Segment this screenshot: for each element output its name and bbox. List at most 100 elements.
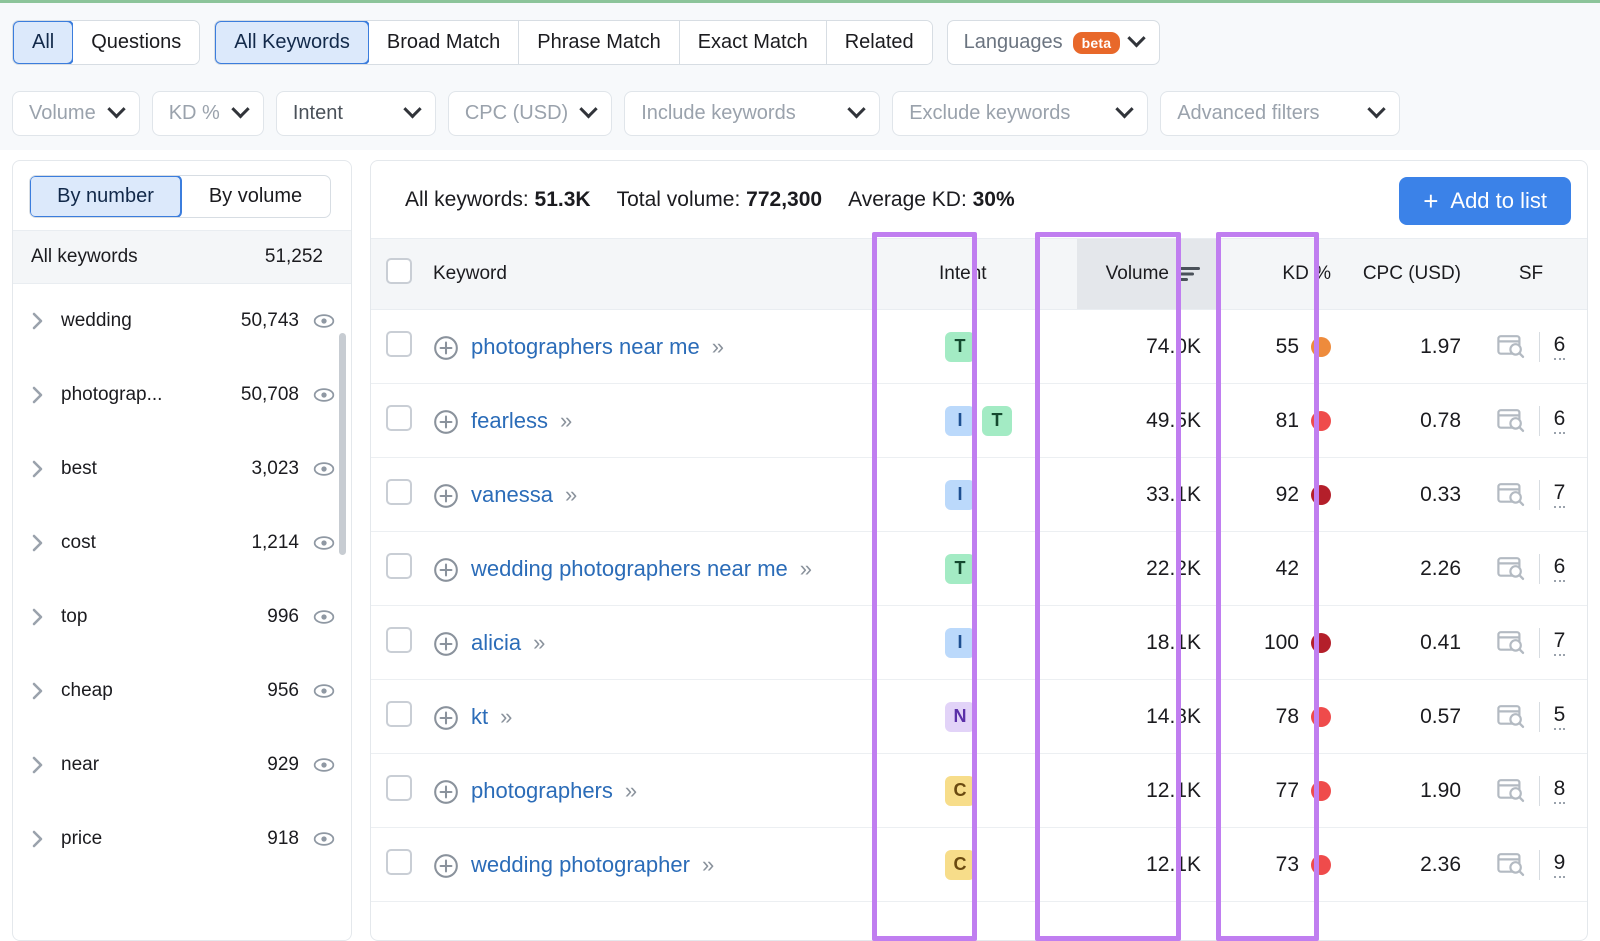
- sf-value[interactable]: 7: [1553, 481, 1566, 509]
- expand-chevron[interactable]: [25, 310, 51, 332]
- row-checkbox[interactable]: [386, 700, 412, 727]
- eye-icon[interactable]: [313, 458, 335, 480]
- expand-chevron[interactable]: [25, 606, 51, 628]
- eye-icon[interactable]: [313, 754, 335, 776]
- filter-cpc[interactable]: CPC (USD): [447, 91, 613, 136]
- add-keyword-icon[interactable]: [433, 631, 459, 657]
- eye-icon[interactable]: [313, 680, 335, 702]
- sidebar-group-row[interactable]: top 996: [13, 580, 351, 654]
- tab-exact-match[interactable]: Exact Match: [679, 21, 827, 64]
- add-keyword-icon[interactable]: [433, 557, 459, 583]
- row-checkbox[interactable]: [386, 330, 412, 357]
- add-keyword-icon[interactable]: [433, 779, 459, 805]
- expand-keyword-icon[interactable]: »: [533, 629, 545, 657]
- header-kd[interactable]: KD %: [1219, 238, 1347, 310]
- add-keyword-icon[interactable]: [433, 409, 459, 435]
- sidebar-group-row[interactable]: best 3,023: [13, 432, 351, 506]
- sidebar-by-volume[interactable]: By volume: [181, 176, 330, 217]
- expand-keyword-icon[interactable]: »: [500, 703, 512, 731]
- sf-value[interactable]: 6: [1553, 407, 1566, 435]
- expand-keyword-icon[interactable]: »: [702, 851, 714, 879]
- header-volume[interactable]: Volume: [1077, 238, 1219, 310]
- filter-volume[interactable]: Volume: [12, 91, 140, 136]
- keyword-link[interactable]: photographers near me: [471, 333, 700, 361]
- row-checkbox[interactable]: [386, 774, 412, 801]
- sf-value[interactable]: 8: [1553, 777, 1566, 805]
- serp-features-icon[interactable]: [1496, 704, 1525, 730]
- serp-features-icon[interactable]: [1496, 334, 1525, 360]
- table-row[interactable]: photographers » C 12.1K 77 1.90 8: [371, 753, 1587, 828]
- filter-kd[interactable]: KD %: [151, 91, 264, 136]
- serp-features-icon[interactable]: [1496, 778, 1525, 804]
- tab-phrase-match[interactable]: Phrase Match: [519, 21, 680, 64]
- tab-questions[interactable]: Questions: [73, 21, 200, 64]
- serp-features-icon[interactable]: [1496, 482, 1525, 508]
- expand-keyword-icon[interactable]: »: [560, 407, 572, 435]
- eye-icon[interactable]: [313, 384, 335, 406]
- header-intent[interactable]: Intent: [929, 238, 1025, 310]
- expand-chevron[interactable]: [25, 754, 51, 776]
- sidebar-group-row[interactable]: photograp... 50,708: [13, 358, 351, 432]
- filter-exclude-keywords[interactable]: Exclude keywords: [892, 91, 1149, 136]
- header-cpc[interactable]: CPC (USD): [1347, 238, 1475, 310]
- table-row[interactable]: fearless » I T 49.5K 81 0.78 6: [371, 383, 1587, 458]
- expand-chevron[interactable]: [25, 458, 51, 480]
- select-all-checkbox[interactable]: [386, 258, 412, 284]
- row-checkbox[interactable]: [386, 626, 412, 653]
- keyword-link[interactable]: kt: [471, 703, 488, 731]
- expand-chevron[interactable]: [25, 532, 51, 554]
- serp-features-icon[interactable]: [1496, 630, 1525, 656]
- serp-features-icon[interactable]: [1496, 408, 1525, 434]
- languages-dropdown[interactable]: Languages beta: [946, 20, 1161, 65]
- serp-features-icon[interactable]: [1496, 852, 1525, 878]
- expand-chevron[interactable]: [25, 384, 51, 406]
- filter-include-keywords[interactable]: Include keywords: [624, 91, 881, 136]
- sidebar-group-row[interactable]: cost 1,214: [13, 506, 351, 580]
- expand-chevron[interactable]: [25, 680, 51, 702]
- sidebar-group-row[interactable]: price 918: [13, 802, 351, 876]
- eye-icon[interactable]: [313, 532, 335, 554]
- keyword-link[interactable]: fearless: [471, 407, 548, 435]
- add-keyword-icon[interactable]: [433, 853, 459, 879]
- expand-chevron[interactable]: [25, 828, 51, 850]
- table-row[interactable]: photographers near me » T 74.0K 55 1.97 6: [371, 309, 1587, 384]
- keyword-link[interactable]: wedding photographer: [471, 851, 690, 879]
- table-row[interactable]: alicia » I 18.1K 100 0.41 7: [371, 605, 1587, 680]
- sf-value[interactable]: 9: [1553, 851, 1566, 879]
- sidebar-all-keywords-row[interactable]: All keywords 51,252: [13, 230, 351, 284]
- header-sf[interactable]: SF: [1475, 238, 1587, 310]
- add-keyword-icon[interactable]: [433, 335, 459, 361]
- filter-advanced[interactable]: Advanced filters: [1160, 91, 1401, 136]
- eye-icon[interactable]: [313, 828, 335, 850]
- expand-keyword-icon[interactable]: »: [625, 777, 637, 805]
- row-checkbox[interactable]: [386, 848, 412, 875]
- filter-intent[interactable]: Intent: [275, 91, 436, 136]
- serp-features-icon[interactable]: [1496, 556, 1525, 582]
- eye-icon[interactable]: [313, 310, 335, 332]
- expand-keyword-icon[interactable]: »: [712, 333, 724, 361]
- table-row[interactable]: kt » N 14.8K 78 0.57 5: [371, 679, 1587, 754]
- tab-all[interactable]: All: [13, 21, 75, 64]
- sf-value[interactable]: 6: [1553, 333, 1566, 361]
- keyword-link[interactable]: photographers: [471, 777, 613, 805]
- sidebar-group-row[interactable]: cheap 956: [13, 654, 351, 728]
- sf-value[interactable]: 7: [1553, 629, 1566, 657]
- add-keyword-icon[interactable]: [433, 705, 459, 731]
- keyword-link[interactable]: wedding photographers near me: [471, 555, 788, 583]
- header-keyword[interactable]: Keyword: [427, 238, 929, 310]
- row-checkbox[interactable]: [386, 552, 412, 579]
- eye-icon[interactable]: [313, 606, 335, 628]
- sidebar-scrollbar[interactable]: [339, 333, 346, 555]
- tab-related[interactable]: Related: [826, 21, 932, 64]
- keyword-link[interactable]: vanessa: [471, 481, 553, 509]
- expand-keyword-icon[interactable]: »: [800, 555, 812, 583]
- sidebar-group-row[interactable]: wedding 50,743: [13, 284, 351, 358]
- add-to-list-button[interactable]: + Add to list: [1399, 177, 1571, 225]
- sidebar-group-row[interactable]: near 929: [13, 728, 351, 802]
- sidebar-by-number[interactable]: By number: [30, 176, 182, 217]
- expand-keyword-icon[interactable]: »: [565, 481, 577, 509]
- row-checkbox[interactable]: [386, 478, 412, 505]
- add-keyword-icon[interactable]: [433, 483, 459, 509]
- tab-all-keywords[interactable]: All Keywords: [215, 21, 370, 64]
- row-checkbox[interactable]: [386, 404, 412, 431]
